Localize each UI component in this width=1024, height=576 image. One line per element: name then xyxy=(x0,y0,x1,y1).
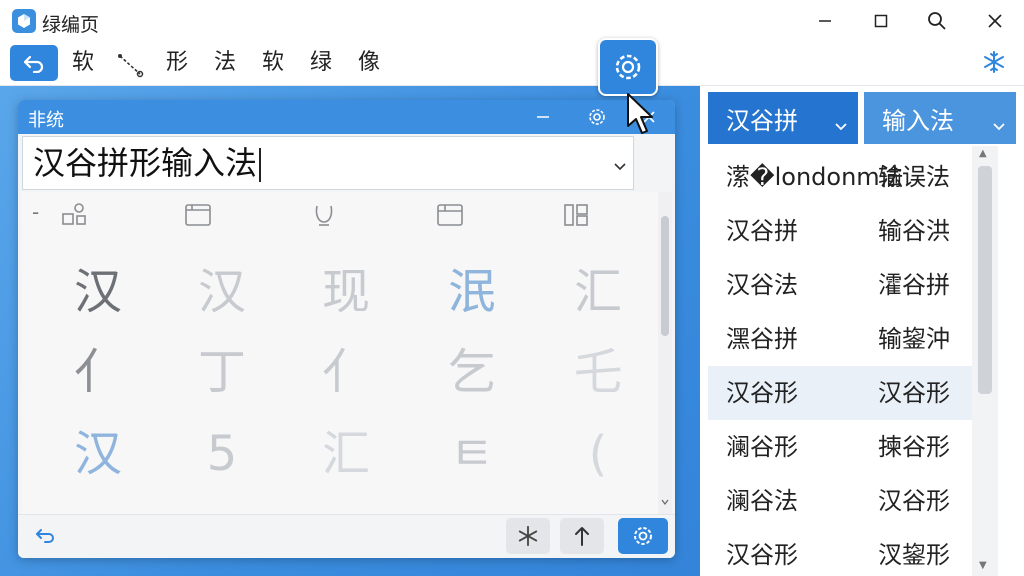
scroll-up-icon[interactable]: ▲ xyxy=(979,148,987,159)
candidate-row[interactable]: 澜谷形 揀谷形 xyxy=(708,420,974,474)
glyph-grid: - 汉 汉 现 泯 汇 亻 丁 亻 乞 乇 汉 5 汇 ㅌ ( xyxy=(22,192,658,514)
minimize-button[interactable] xyxy=(810,6,840,36)
candidate-item[interactable]: 汉谷拼 xyxy=(726,214,798,248)
glyph-cell[interactable]: 乞 xyxy=(432,332,512,412)
glyph-cell[interactable]: ㅌ xyxy=(432,414,512,494)
chevron-down-icon[interactable] xyxy=(613,157,627,176)
search-icon[interactable] xyxy=(922,6,952,36)
candidate-item[interactable]: 瀖谷拼 xyxy=(878,268,950,302)
glyph-cell[interactable]: 汇 xyxy=(558,252,638,332)
scroll-down-icon[interactable] xyxy=(661,498,669,506)
glyph-scrollbar[interactable] xyxy=(658,192,672,514)
app-logo-icon xyxy=(12,9,36,33)
candidate-item[interactable]: 汊鋆形 xyxy=(878,538,950,572)
input-method-dropdown-value: 输入法 xyxy=(882,106,954,135)
toolbar-item[interactable]: 软 xyxy=(262,48,284,78)
ime-panel: 非统 汉谷拼形输入法 - 汉 汉 现 泯 汇 亻 丁 亻 乞 乇 汉 5 汇 ㅌ… xyxy=(18,100,675,558)
glyph-cell[interactable]: 汉 xyxy=(58,252,138,332)
toolbar-item[interactable]: 绿 xyxy=(310,48,332,78)
panel-header: 非统 xyxy=(18,100,675,134)
candidate-row[interactable]: 澜谷法 汉谷形 xyxy=(708,474,974,528)
scheme-dropdown-value: 汉谷拼 xyxy=(726,106,798,135)
snowflake-button[interactable] xyxy=(506,518,550,554)
panel-footer xyxy=(18,514,675,558)
layout-icon[interactable] xyxy=(54,198,94,232)
composition-text: 汉谷拼形输入法 xyxy=(33,143,262,183)
gear-icon xyxy=(615,54,641,80)
pen-tool-icon[interactable] xyxy=(116,52,144,87)
chevron-down-icon xyxy=(834,110,848,138)
candidate-item[interactable]: 汉谷形 xyxy=(878,376,950,410)
toolbar-item[interactable]: 法 xyxy=(214,48,236,78)
toolbar-item[interactable]: 像 xyxy=(358,48,380,78)
candidate-item[interactable]: 澜谷形 xyxy=(726,430,798,464)
undo-button[interactable] xyxy=(24,518,68,554)
glyph-cell[interactable]: 5 xyxy=(182,414,262,494)
panel-minimize-button[interactable] xyxy=(530,104,556,130)
scroll-down-icon[interactable]: ▼ xyxy=(979,560,987,571)
glyph-cell[interactable]: 汇 xyxy=(306,414,386,494)
candidate-item[interactable]: 输谷洪 xyxy=(878,214,950,248)
candidate-item[interactable]: 汉谷形 xyxy=(878,484,950,518)
chevron-down-icon xyxy=(992,110,1006,138)
panel-title: 非统 xyxy=(28,110,64,131)
mouse-pointer-icon xyxy=(626,92,656,140)
candidate-item[interactable]: 潶谷拼 xyxy=(726,322,798,356)
up-arrow-button[interactable] xyxy=(560,518,604,554)
scheme-dropdown[interactable]: 汉谷拼 xyxy=(708,92,858,144)
panel-settings-icon[interactable] xyxy=(584,104,610,130)
candidate-row-selected[interactable]: 汉谷形 汉谷形 xyxy=(708,366,974,420)
candidate-item[interactable]: 汉谷形 xyxy=(726,538,798,572)
back-button[interactable] xyxy=(10,45,58,81)
glyph-cell[interactable]: 亻 xyxy=(306,332,386,412)
composition-value: 汉谷拼形输入法 xyxy=(33,144,258,182)
close-button[interactable] xyxy=(980,6,1010,36)
composition-input[interactable]: 汉谷拼形输入法 xyxy=(22,136,634,190)
undo-icon xyxy=(23,55,44,73)
candidate-item[interactable]: 汉谷法 xyxy=(726,268,798,302)
scrollbar-thumb[interactable] xyxy=(978,166,992,394)
snowflake-icon xyxy=(518,525,538,547)
candidate-row[interactable]: 汉谷法 瀖谷拼 xyxy=(708,258,974,312)
scrollbar-thumb[interactable] xyxy=(661,216,669,336)
gear-icon xyxy=(634,527,652,545)
candidate-item[interactable]: 汉谷形 xyxy=(726,376,798,410)
browser-icon[interactable] xyxy=(430,198,470,232)
candidate-item[interactable]: 揀谷形 xyxy=(878,430,950,464)
arrow-up-icon xyxy=(575,527,589,546)
glyph-cell[interactable]: 汉 xyxy=(182,252,262,332)
glyph-cell[interactable]: 汉 xyxy=(58,414,138,494)
toolbar-item[interactable]: 形 xyxy=(166,48,188,78)
glyph-cell[interactable]: ( xyxy=(558,414,638,494)
input-method-dropdown[interactable]: 输入法 xyxy=(864,92,1016,144)
glyph-cell[interactable]: 现 xyxy=(306,252,386,332)
candidate-item[interactable]: 输误法 xyxy=(878,160,950,194)
snowflake-icon[interactable] xyxy=(982,50,1006,78)
dash-mark: - xyxy=(32,200,40,224)
title-bar: 绿编页 xyxy=(0,0,1024,42)
settings-gear-button[interactable] xyxy=(598,38,658,96)
glyph-cell[interactable]: 亻 xyxy=(58,332,138,412)
candidate-item[interactable]: 输鋆沖 xyxy=(878,322,950,356)
candidate-row[interactable]: 汉谷形 汊鋆形 xyxy=(708,528,974,576)
maximize-button[interactable] xyxy=(866,6,896,36)
window-icon[interactable] xyxy=(178,198,218,232)
glyph-cell[interactable]: 乇 xyxy=(558,332,638,412)
candidate-item[interactable]: 澜谷法 xyxy=(726,484,798,518)
candidate-scrollbar[interactable]: ▲ ▼ xyxy=(972,146,998,576)
candidate-row[interactable]: 潆�londonm法 输误法 xyxy=(708,150,974,204)
candidate-list: 潆�londonm法 输误法 汉谷拼 输谷洪 汉谷法 瀖谷拼 潶谷拼 输鋆沖 汉… xyxy=(708,150,974,576)
glyph-cell[interactable]: 丁 xyxy=(182,332,262,412)
text-caret xyxy=(259,148,262,182)
window-title: 绿编页 xyxy=(42,14,100,36)
undo-icon xyxy=(36,529,54,543)
cup-icon[interactable] xyxy=(304,198,344,232)
candidate-row[interactable]: 潶谷拼 输鋆沖 xyxy=(708,312,974,366)
glyph-cell[interactable]: 泯 xyxy=(432,252,512,332)
toolbar: 软 形 法 软 绿 像 xyxy=(0,42,1024,86)
toolbar-item[interactable]: 软 xyxy=(72,48,94,78)
split-layout-icon[interactable] xyxy=(556,198,596,232)
candidate-row[interactable]: 汉谷拼 输谷洪 xyxy=(708,204,974,258)
settings-button[interactable] xyxy=(618,518,668,554)
